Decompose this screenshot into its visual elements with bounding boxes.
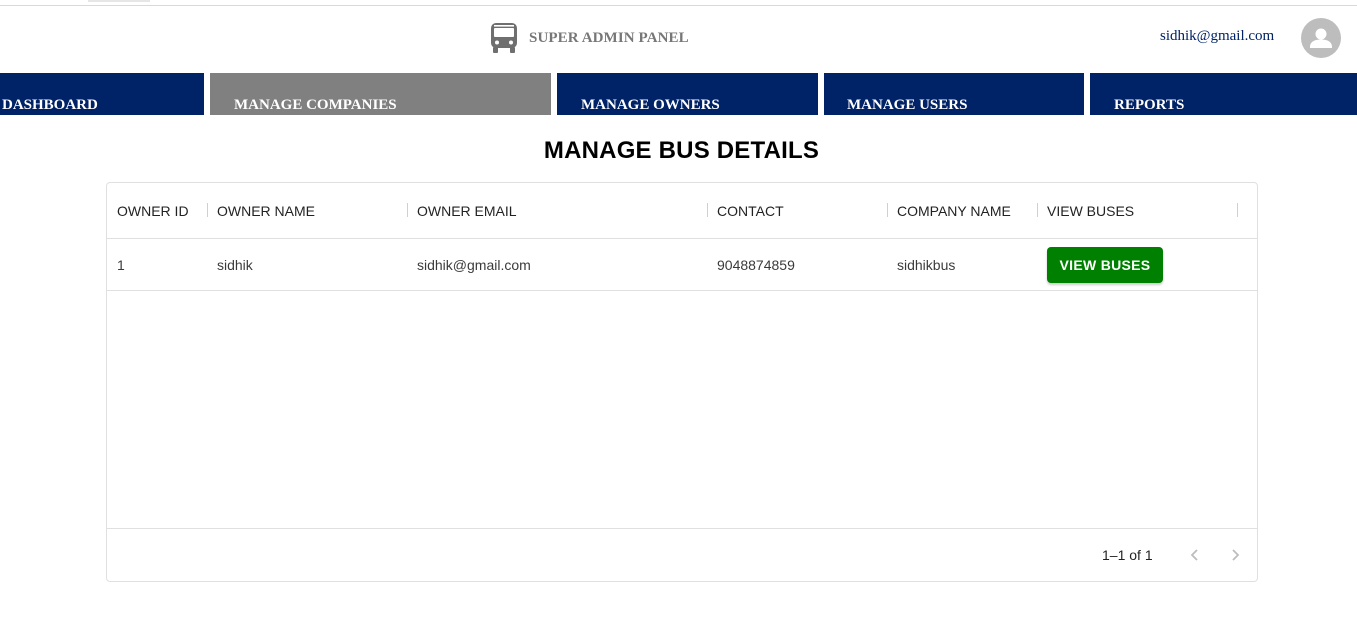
column-header-contact[interactable]: CONTACT: [707, 183, 887, 238]
cell-owner-email: sidhik@gmail.com: [417, 256, 531, 273]
column-header-owner-email[interactable]: OWNER EMAIL: [407, 183, 707, 238]
nav-manage-owners[interactable]: MANAGE OWNERS: [557, 73, 818, 115]
nav-manage-companies-label: MANAGE COMPANIES: [234, 97, 397, 113]
nav-dashboard[interactable]: DASHBOARD: [0, 73, 204, 115]
owners-table: OWNER ID OWNER NAME OWNER EMAIL CONTACT …: [106, 182, 1258, 582]
nav-reports[interactable]: REPORTS: [1090, 73, 1357, 115]
next-page-button[interactable]: [1221, 542, 1249, 570]
table-row[interactable]: 1 sidhik sidhik@gmail.com 9048874859 sid…: [107, 239, 1257, 291]
view-buses-button[interactable]: VIEW BUSES: [1047, 247, 1163, 283]
nav-manage-users-label: MANAGE USERS: [847, 97, 968, 113]
pagination-info: 1–1 of 1: [1102, 547, 1153, 563]
previous-page-button[interactable]: [1181, 542, 1209, 570]
table-header: OWNER ID OWNER NAME OWNER EMAIL CONTACT …: [107, 183, 1257, 239]
nav-reports-label: REPORTS: [1114, 97, 1185, 113]
user-email: sidhik@gmail.com: [1160, 28, 1275, 44]
cell-contact: 9048874859: [717, 256, 795, 273]
table-footer: 1–1 of 1: [107, 528, 1257, 581]
chevron-right-icon: [1228, 548, 1242, 565]
browser-tab-stub: [88, 0, 150, 2]
cell-owner-id: 1: [117, 256, 125, 273]
panel-title: SUPER ADMIN PANEL: [529, 29, 689, 46]
column-header-view-buses[interactable]: VIEW BUSES: [1037, 183, 1237, 238]
bus-icon: [490, 22, 518, 54]
app-header: SUPER ADMIN PANEL sidhik@gmail.com: [0, 6, 1357, 73]
column-header-owner-name[interactable]: OWNER NAME: [207, 183, 407, 238]
nav-manage-owners-label: MANAGE OWNERS: [581, 97, 720, 113]
cell-company-name: sidhikbus: [897, 256, 956, 273]
column-header-company-name[interactable]: COMPANY NAME: [887, 183, 1037, 238]
nav-manage-users[interactable]: MANAGE USERS: [824, 73, 1084, 115]
chevron-left-icon: [1188, 548, 1202, 565]
cell-owner-name: sidhik: [217, 256, 253, 273]
person-icon: [1301, 28, 1341, 58]
nav-dashboard-label: DASHBOARD: [2, 97, 98, 113]
column-separator[interactable]: [1237, 203, 1238, 217]
avatar[interactable]: [1301, 18, 1341, 58]
brand: SUPER ADMIN PANEL: [490, 21, 689, 55]
nav-manage-companies[interactable]: MANAGE COMPANIES: [210, 73, 551, 115]
column-header-owner-id[interactable]: OWNER ID: [107, 183, 207, 238]
page-title: MANAGE BUS DETAILS: [543, 137, 820, 164]
